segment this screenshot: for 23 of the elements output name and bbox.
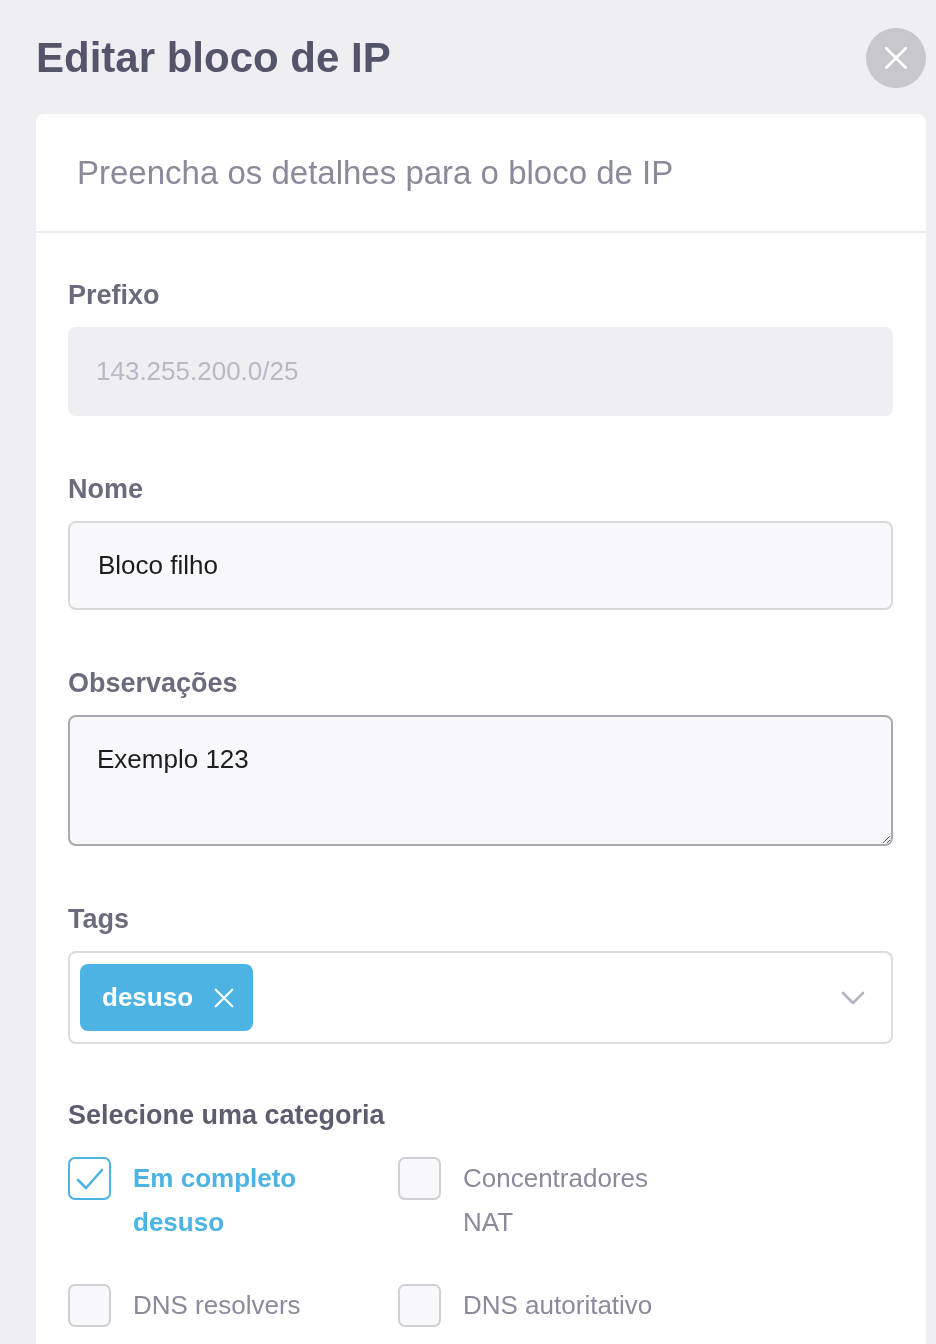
dialog-title: Editar bloco de IP [36, 33, 391, 83]
card-heading: Preencha os detalhes para o bloco de IP [77, 152, 674, 193]
field-label: Prefixo [68, 279, 161, 312]
text-input[interactable]: Bloco filho [68, 521, 893, 610]
checkbox-label: Em completo desuso [133, 1162, 298, 1239]
checkbox-label: DNS resolvers [133, 1289, 302, 1322]
notes-textarea[interactable]: Exemplo 123 [68, 715, 893, 846]
remove-icon[interactable] [213, 986, 236, 1009]
close-icon [883, 45, 909, 71]
chevron-down-icon[interactable] [841, 990, 865, 1005]
field-label: Nome [68, 473, 144, 506]
checkbox[interactable] [68, 1284, 111, 1327]
field-label: Tags [68, 903, 130, 936]
tag-label: desuso [102, 981, 194, 1014]
field-label: Observações [68, 667, 239, 700]
check-icon [75, 1167, 104, 1190]
checkbox[interactable] [68, 1157, 111, 1200]
close-button[interactable] [866, 28, 926, 88]
checkbox-label: Concentradores NAT [463, 1162, 649, 1239]
checkbox[interactable] [398, 1284, 441, 1327]
section-label: Selecione uma categoria [68, 1099, 386, 1132]
checkbox-label: DNS autoritativo [463, 1289, 654, 1322]
checkbox[interactable] [398, 1157, 441, 1200]
